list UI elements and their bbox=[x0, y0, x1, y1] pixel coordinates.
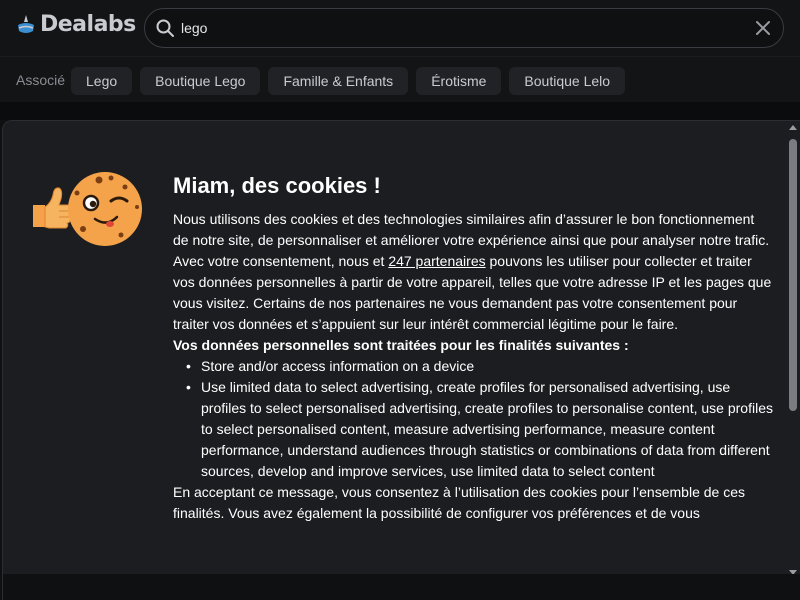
modal-title: Miam, des cookies ! bbox=[173, 173, 381, 198]
scroll-up-arrow-icon[interactable] bbox=[789, 125, 797, 130]
search-input[interactable] bbox=[181, 17, 741, 39]
partners-link[interactable]: 247 partenaires bbox=[388, 253, 485, 269]
purpose-item: Use limited data to select advertising, … bbox=[183, 377, 773, 482]
cookie-consent-modal: Miam, des cookies ! Nous utilisons des c… bbox=[2, 120, 800, 600]
modal-body: Nous utilisons des cookies et des techno… bbox=[173, 209, 773, 524]
chip-lego[interactable]: Lego bbox=[71, 67, 133, 95]
logo-text: Dealabs bbox=[40, 12, 136, 37]
purpose-item: Store and/or access information on a dev… bbox=[183, 356, 773, 377]
thumbs-up-icon bbox=[33, 187, 73, 229]
chip-boutique-lego[interactable]: Boutique Lego bbox=[140, 67, 261, 95]
bottom-fade bbox=[3, 574, 800, 600]
purposes-list: Store and/or access information on a dev… bbox=[183, 356, 773, 482]
search-bar[interactable] bbox=[144, 8, 784, 48]
search-icon[interactable] bbox=[155, 18, 175, 38]
modal-scrollbar[interactable] bbox=[786, 121, 800, 600]
logo-mark-icon bbox=[18, 14, 34, 33]
intro-paragraph: Nous utilisons des cookies et des techno… bbox=[173, 209, 773, 335]
purposes-title: Vos données personnelles sont traitées p… bbox=[173, 337, 629, 353]
associated-bar: Associé Lego Boutique Lego Famille & Enf… bbox=[0, 56, 800, 102]
cookie-illustration bbox=[33, 172, 142, 246]
top-header: Dealabs bbox=[0, 0, 800, 56]
associated-chips: Lego Boutique Lego Famille & Enfants Éro… bbox=[71, 67, 626, 95]
consent-paragraph: En acceptant ce message, vous consentez … bbox=[173, 484, 745, 521]
dealabs-logo[interactable]: Dealabs bbox=[16, 12, 136, 37]
backdrop bbox=[0, 102, 800, 120]
chip-famille-enfants[interactable]: Famille & Enfants bbox=[268, 67, 409, 95]
close-icon[interactable] bbox=[753, 18, 773, 38]
chip-boutique-lelo[interactable]: Boutique Lelo bbox=[509, 67, 626, 95]
associated-label: Associé bbox=[16, 72, 66, 88]
scroll-thumb[interactable] bbox=[789, 139, 797, 411]
winking-cookie-icon bbox=[68, 172, 142, 246]
chip-erotisme[interactable]: Érotisme bbox=[416, 67, 502, 95]
